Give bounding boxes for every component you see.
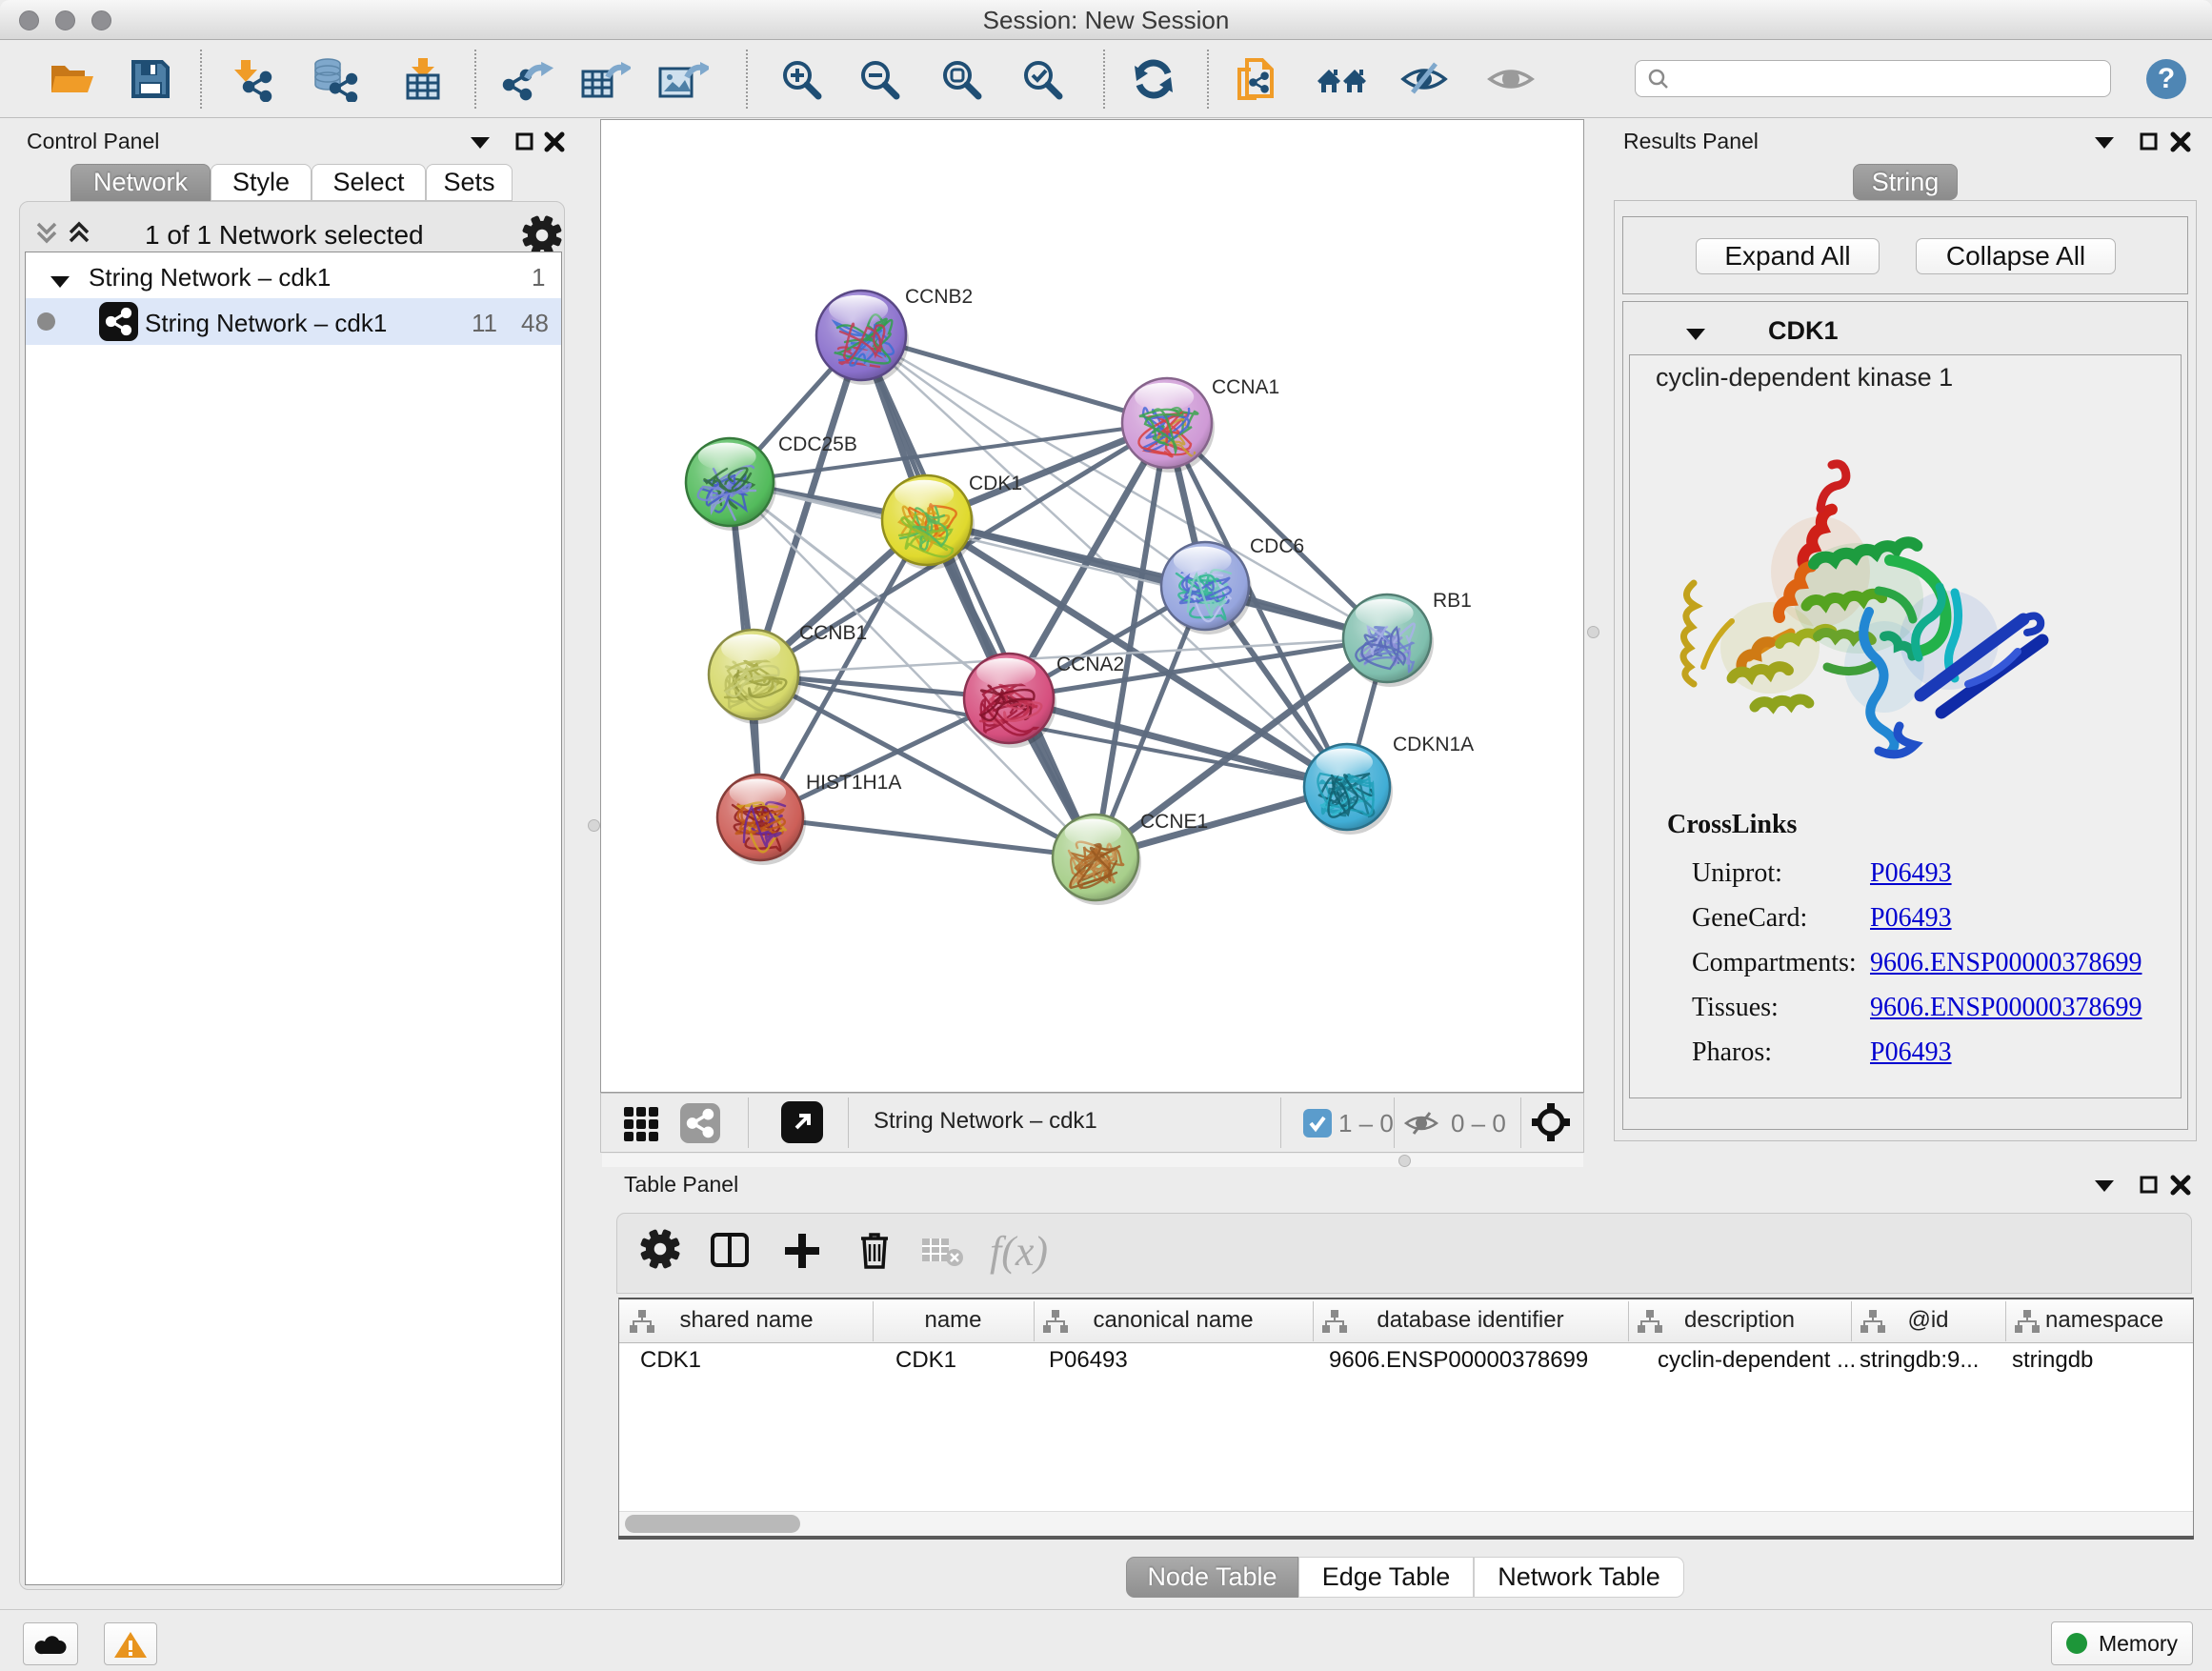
svg-text:CCNB2: CCNB2 xyxy=(905,286,973,308)
svg-text:CCNA2: CCNA2 xyxy=(1056,654,1124,675)
svg-text:CDC6: CDC6 xyxy=(1250,535,1304,557)
svg-text:CDC25B: CDC25B xyxy=(778,433,857,455)
svg-text:CCNA1: CCNA1 xyxy=(1212,376,1279,398)
svg-text:CCNB1: CCNB1 xyxy=(799,622,867,644)
svg-text:RB1: RB1 xyxy=(1433,590,1472,612)
svg-text:HIST1H1A: HIST1H1A xyxy=(806,772,901,794)
svg-text:CDK1: CDK1 xyxy=(969,473,1022,494)
svg-text:CDKN1A: CDKN1A xyxy=(1393,734,1474,755)
svg-text:CCNE1: CCNE1 xyxy=(1140,811,1208,833)
